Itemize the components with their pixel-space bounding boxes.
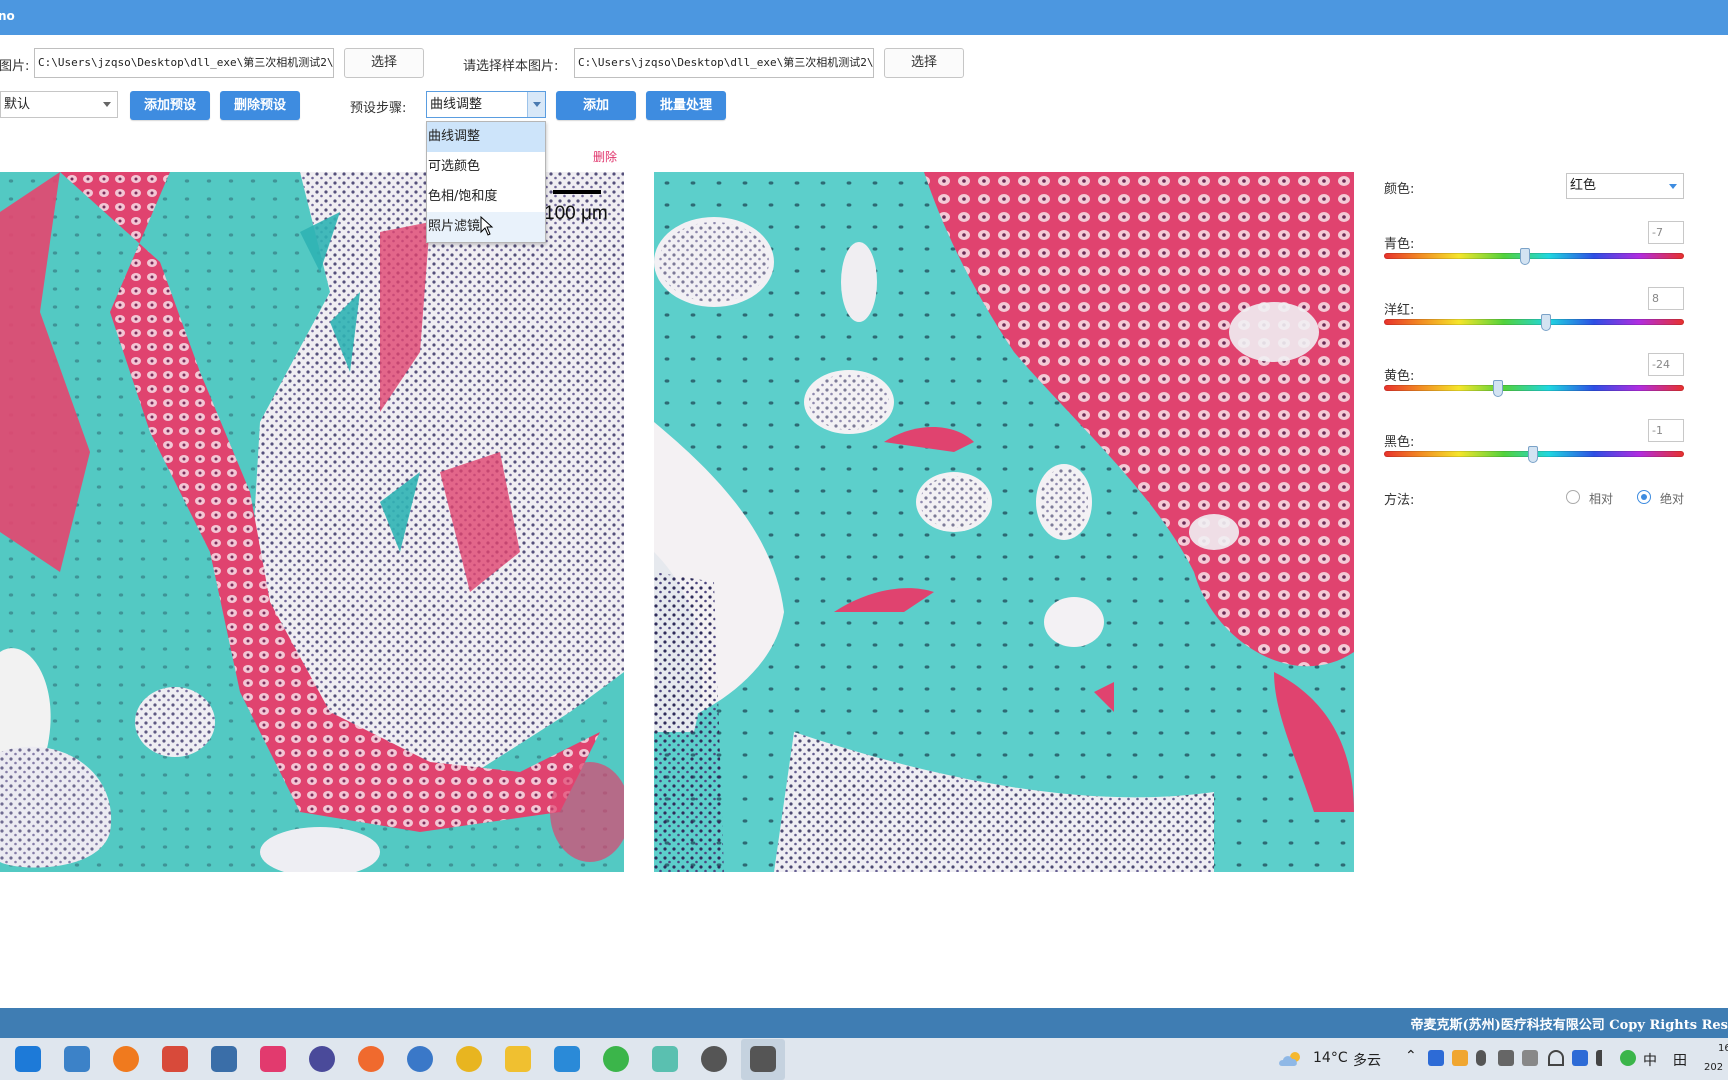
- weather-desc[interactable]: 多云: [1353, 1050, 1381, 1070]
- tray-expand-chevron-icon[interactable]: ⌃: [1405, 1048, 1417, 1064]
- method-label: 方法:: [1384, 493, 1415, 508]
- cyan-value-field[interactable]: -7: [1648, 221, 1684, 244]
- paint-icon[interactable]: [162, 1046, 188, 1072]
- chrome-icon[interactable]: [456, 1046, 482, 1072]
- preset-step-select[interactable]: 曲线调整: [426, 91, 546, 118]
- method-radio-absolute[interactable]: [1637, 490, 1651, 504]
- batch-process-button[interactable]: 批量处理: [646, 91, 726, 120]
- method-radio-relative[interactable]: [1566, 490, 1580, 504]
- chevron-down-icon: [533, 102, 541, 107]
- remote-desktop-icon[interactable]: [211, 1046, 237, 1072]
- source-path-field[interactable]: C:\Users\jzqso\Desktop\dll_exe\第三次相机测试2\…: [34, 48, 334, 78]
- yellow-value-field[interactable]: -24: [1648, 353, 1684, 376]
- qbittorrent-icon[interactable]: [407, 1046, 433, 1072]
- aperture-icon[interactable]: [701, 1046, 727, 1072]
- add-preset-button[interactable]: 添加预设: [130, 91, 210, 120]
- source-image-label: 图片:: [0, 59, 30, 74]
- preset-select[interactable]: 默认: [0, 91, 118, 118]
- preset-step-label: 预设步骤:: [350, 101, 407, 116]
- obs-icon[interactable]: [309, 1046, 335, 1072]
- folder-icon[interactable]: [505, 1046, 531, 1072]
- footer-bar: 帝麦克斯(苏州)医疗科技有限公司 Copy Rights Res: [0, 1008, 1728, 1038]
- clipboard-app-icon[interactable]: [750, 1046, 776, 1072]
- preset-step-value: 曲线调整: [430, 97, 483, 112]
- ime-mode[interactable]: 田: [1673, 1050, 1687, 1070]
- source-select-button[interactable]: 选择: [344, 48, 424, 78]
- color-label: 颜色:: [1384, 182, 1415, 197]
- method-radio-absolute-label: 绝对: [1660, 492, 1685, 506]
- cyan-slider-thumb[interactable]: [1520, 248, 1530, 265]
- copyright-text: 帝麦克斯(苏州)医疗科技有限公司 Copy Rights Res: [1410, 1018, 1728, 1033]
- method-radio-relative-label: 相对: [1589, 492, 1614, 506]
- scale-bar-label: 100 μm: [544, 203, 608, 224]
- black-slider-thumb[interactable]: [1527, 446, 1538, 463]
- tray-app-icon[interactable]: [1452, 1050, 1468, 1066]
- tray-app-icon[interactable]: [1428, 1050, 1444, 1066]
- chevron-down-icon: [103, 102, 111, 107]
- magenta-slider-thumb[interactable]: [1541, 314, 1551, 331]
- jetbrains-icon[interactable]: [260, 1046, 286, 1072]
- weather-cloud-icon: [1279, 1052, 1300, 1066]
- tray-app-icon[interactable]: [1498, 1050, 1514, 1066]
- wechat-tray-icon[interactable]: [1620, 1050, 1636, 1066]
- firefox-icon[interactable]: [113, 1046, 139, 1072]
- dropdown-option-curves[interactable]: 曲线调整: [427, 122, 545, 152]
- volume-icon[interactable]: [1596, 1050, 1612, 1066]
- cyan-slider-track[interactable]: [1384, 253, 1684, 259]
- tray-app-icon[interactable]: [1572, 1050, 1588, 1066]
- add-step-button[interactable]: 添加: [556, 91, 636, 120]
- dropdown-toggle[interactable]: [527, 92, 545, 117]
- dropdown-option-selective-color[interactable]: 可选颜色: [427, 152, 545, 182]
- sample-image: [654, 172, 1354, 872]
- delete-preset-button[interactable]: 删除预设: [220, 91, 300, 120]
- pen-icon[interactable]: [358, 1046, 384, 1072]
- wechat-icon[interactable]: [603, 1046, 629, 1072]
- black-slider-label: 黑色:: [1384, 435, 1415, 450]
- color-select-value: 红色: [1570, 178, 1597, 193]
- laptop-icon[interactable]: [64, 1046, 90, 1072]
- cyan-slider-label: 青色:: [1384, 237, 1415, 252]
- clock-date[interactable]: 202: [1704, 1062, 1723, 1073]
- ime-language[interactable]: 中: [1643, 1050, 1657, 1070]
- magenta-value-field[interactable]: 8: [1648, 287, 1684, 310]
- weather-temp[interactable]: 14°C: [1313, 1050, 1348, 1066]
- sample-path-field[interactable]: C:\Users\jzqso\Desktop\dll_exe\第三次相机测试2\…: [574, 48, 874, 78]
- taskbar: 14°C 多云 ⌃ 中 田 16 202: [0, 1038, 1728, 1080]
- black-value-field[interactable]: -1: [1648, 419, 1684, 442]
- dropdown-option-hue-saturation[interactable]: 色相/饱和度: [427, 182, 545, 212]
- delete-step-link[interactable]: 删除: [593, 148, 617, 165]
- edge-dev-icon[interactable]: [554, 1046, 580, 1072]
- mouse-cursor-icon: [480, 216, 494, 236]
- yellow-slider-track[interactable]: [1384, 385, 1684, 391]
- microphone-icon[interactable]: [1476, 1050, 1486, 1066]
- magenta-slider-track[interactable]: [1384, 319, 1684, 325]
- cloud-sync-icon[interactable]: [1522, 1050, 1538, 1066]
- yellow-slider-thumb[interactable]: [1493, 380, 1503, 397]
- magenta-slider-label: 洋红:: [1384, 303, 1415, 318]
- preset-select-value: 默认: [4, 97, 31, 112]
- chevron-down-icon: [1669, 184, 1677, 189]
- mail-icon[interactable]: [15, 1046, 41, 1072]
- window-title: no: [0, 9, 15, 23]
- title-bar: no: [0, 0, 1728, 35]
- clock-time[interactable]: 16: [1718, 1043, 1728, 1054]
- sample-image-label: 请选择样本图片:: [463, 59, 559, 74]
- yellow-slider-label: 黄色:: [1384, 369, 1415, 384]
- scale-bar: [553, 190, 601, 194]
- sample-select-button[interactable]: 选择: [884, 48, 964, 78]
- wifi-icon[interactable]: [1548, 1050, 1564, 1066]
- color-select[interactable]: 红色: [1566, 173, 1684, 199]
- notepad-icon[interactable]: [652, 1046, 678, 1072]
- source-image: [0, 172, 624, 872]
